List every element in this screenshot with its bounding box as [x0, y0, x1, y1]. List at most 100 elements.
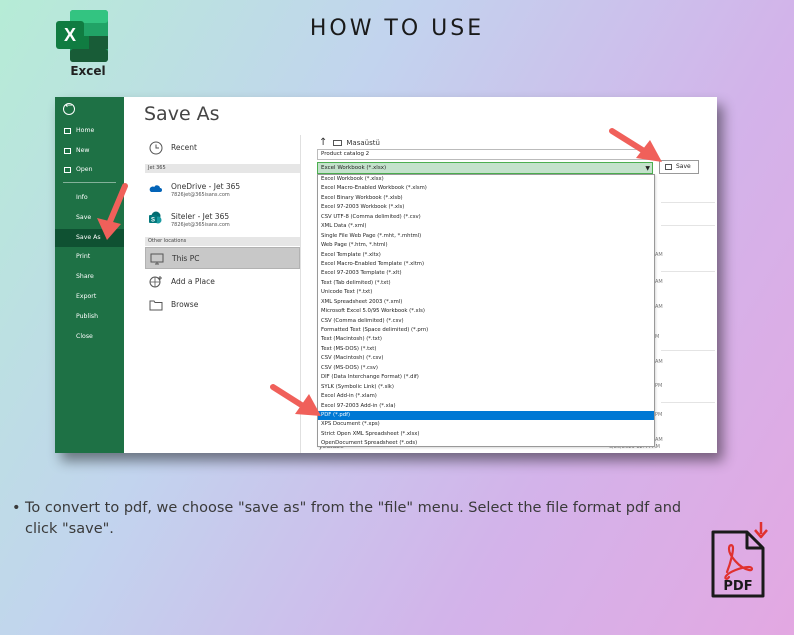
- nav-open[interactable]: Open: [55, 161, 124, 179]
- globe-plus-icon: [149, 275, 163, 289]
- nav-label: New: [76, 147, 90, 154]
- file-name-input[interactable]: Product catalog 2: [317, 149, 653, 160]
- file-type-option[interactable]: SYLK (Symbolic Link) (*.slk): [318, 383, 654, 392]
- backstage-sidebar: Home New Open Info Save Save As Print Sh…: [55, 97, 124, 453]
- row-divider: [661, 271, 715, 272]
- file-type-option[interactable]: Excel 97-2003 Workbook (*.xls): [318, 203, 654, 212]
- pdf-icon-label: PDF: [723, 579, 752, 594]
- save-disk-icon: [665, 164, 672, 170]
- file-type-select[interactable]: Excel Workbook (*.xlsx) ▼: [317, 162, 653, 174]
- row-time-fragment: M: [655, 334, 659, 340]
- file-type-option[interactable]: Text (Tab delimited) (*.txt): [318, 279, 654, 288]
- arrow-to-save-button-icon: [608, 126, 664, 164]
- file-type-option[interactable]: CSV (MS-DOS) (*.csv): [318, 364, 654, 373]
- file-type-option[interactable]: Strict Open XML Spreadsheet (*.xlsx): [318, 430, 654, 439]
- file-type-option[interactable]: Excel Binary Workbook (*.xlsb): [318, 194, 654, 203]
- excel-logo-label: Excel: [56, 64, 120, 78]
- file-type-option[interactable]: DIF (Data Interchange Format) (*.dif): [318, 373, 654, 382]
- folder-open-icon: [64, 167, 71, 173]
- row-divider: [661, 402, 715, 403]
- file-type-option[interactable]: Excel 97-2003 Add-in (*.xla): [318, 402, 654, 411]
- group-header-jet365: Jet 365: [145, 164, 300, 173]
- file-type-option[interactable]: CSV UTF-8 (Comma delimited) (*.csv): [318, 213, 654, 222]
- nav-label: Open: [76, 166, 93, 173]
- back-arrow-icon[interactable]: [63, 103, 75, 115]
- page-title: HOW TO USE: [0, 16, 794, 41]
- svg-text:S: S: [151, 218, 155, 224]
- file-type-option[interactable]: CSV (Macintosh) (*.csv): [318, 354, 654, 363]
- nav-print[interactable]: Print: [55, 248, 124, 266]
- file-type-dropdown-list[interactable]: Excel Workbook (*.xlsx)Excel Macro-Enabl…: [317, 174, 655, 447]
- file-type-option[interactable]: Text (Macintosh) (*.txt): [318, 335, 654, 344]
- file-type-option[interactable]: XPS Document (*.xps): [318, 420, 654, 429]
- file-type-option[interactable]: Excel Macro-Enabled Template (*.xltm): [318, 260, 654, 269]
- location-onedrive[interactable]: OneDrive - Jet 365 7826jet@365isans.com: [171, 182, 240, 198]
- folder-icon: [149, 298, 163, 312]
- row-divider: [661, 202, 715, 203]
- location-recent[interactable]: Recent: [145, 137, 300, 159]
- pdf-file-icon: PDF: [709, 522, 771, 602]
- row-time-fragment: AM: [655, 359, 663, 365]
- file-list-background: AM AM AM M AM PM PM AM: [655, 197, 717, 447]
- file-type-option[interactable]: Excel Workbook (*.xlsx): [318, 175, 654, 184]
- folder-name[interactable]: Masaüstü: [346, 139, 380, 147]
- file-type-option[interactable]: Text (MS-DOS) (*.txt): [318, 345, 654, 354]
- file-type-option[interactable]: Single File Web Page (*.mht, *.mhtml): [318, 232, 654, 241]
- nav-label: Print: [76, 253, 90, 260]
- file-type-option[interactable]: Excel 97-2003 Template (*.xlt): [318, 269, 654, 278]
- nav-home[interactable]: Home: [55, 122, 124, 140]
- folder-path: ↑ Masaüstü: [319, 137, 380, 148]
- file-type-option[interactable]: XML Spreadsheet 2003 (*.xml): [318, 298, 654, 307]
- file-type-option[interactable]: OpenDocument Spreadsheet (*.ods): [318, 439, 654, 448]
- nav-label: Publish: [76, 313, 98, 320]
- file-type-option[interactable]: PDF (*.pdf): [318, 411, 654, 420]
- file-type-option[interactable]: Unicode Text (*.txt): [318, 288, 654, 297]
- file-type-option[interactable]: Excel Template (*.xltx): [318, 251, 654, 260]
- file-type-option[interactable]: Formatted Text (Space delimited) (*.prn): [318, 326, 654, 335]
- chevron-down-icon: ▼: [645, 164, 650, 174]
- nav-label: Home: [76, 127, 94, 134]
- group-header-other: Other locations: [145, 237, 300, 246]
- account-email: 7826jet@365isans.com: [171, 222, 230, 228]
- file-type-option[interactable]: CSV (Comma delimited) (*.csv): [318, 317, 654, 326]
- instruction-text: To convert to pdf, we choose "save as" f…: [12, 498, 702, 540]
- onedrive-icon: [148, 183, 162, 193]
- location-browse[interactable]: Browse: [145, 294, 300, 316]
- location-sites[interactable]: Siteler - Jet 365 7826jet@365isans.com: [171, 212, 230, 228]
- row-divider: [661, 225, 715, 226]
- row-time-fragment: PM: [655, 412, 662, 418]
- file-type-option[interactable]: Excel Add-in (*.xlam): [318, 392, 654, 401]
- file-type-option[interactable]: Excel Macro-Enabled Workbook (*.xlsm): [318, 184, 654, 193]
- arrow-to-save-as-icon: [95, 182, 131, 244]
- file-type-option[interactable]: Web Page (*.htm, *.html): [318, 241, 654, 250]
- location-label: Add a Place: [171, 277, 215, 286]
- file-type-option[interactable]: Microsoft Excel 5.0/95 Workbook (*.xls): [318, 307, 654, 316]
- location-label: Recent: [171, 143, 197, 152]
- nav-close[interactable]: Close: [55, 328, 124, 346]
- row-time-fragment: AM: [655, 437, 663, 443]
- row-time-fragment: AM: [655, 304, 663, 310]
- location-label: Browse: [171, 300, 198, 309]
- nav-export[interactable]: Export: [55, 288, 124, 306]
- sharepoint-icon: S: [148, 211, 162, 225]
- file-type-option[interactable]: XML Data (*.xml): [318, 222, 654, 231]
- computer-icon: [150, 252, 164, 266]
- location-label: This PC: [172, 254, 199, 263]
- row-time-fragment: AM: [655, 252, 663, 258]
- nav-label: Info: [76, 194, 88, 201]
- home-icon: [64, 128, 71, 134]
- row-time-fragment: PM: [655, 383, 662, 389]
- row-divider: [661, 350, 715, 351]
- row-time-fragment: AM: [655, 279, 663, 285]
- file-type-value: Excel Workbook (*.xlsx): [321, 165, 386, 171]
- nav-share[interactable]: Share: [55, 268, 124, 286]
- location-this-pc[interactable]: This PC: [145, 247, 300, 269]
- nav-new[interactable]: New: [55, 142, 124, 160]
- location-add-place[interactable]: Add a Place: [145, 271, 300, 293]
- nav-label: Close: [76, 333, 93, 340]
- up-arrow-icon[interactable]: ↑: [319, 137, 327, 148]
- nav-label: Share: [76, 273, 94, 280]
- save-button[interactable]: Save: [659, 160, 699, 174]
- nav-publish[interactable]: Publish: [55, 308, 124, 326]
- arrow-to-pdf-option-icon: [269, 382, 323, 418]
